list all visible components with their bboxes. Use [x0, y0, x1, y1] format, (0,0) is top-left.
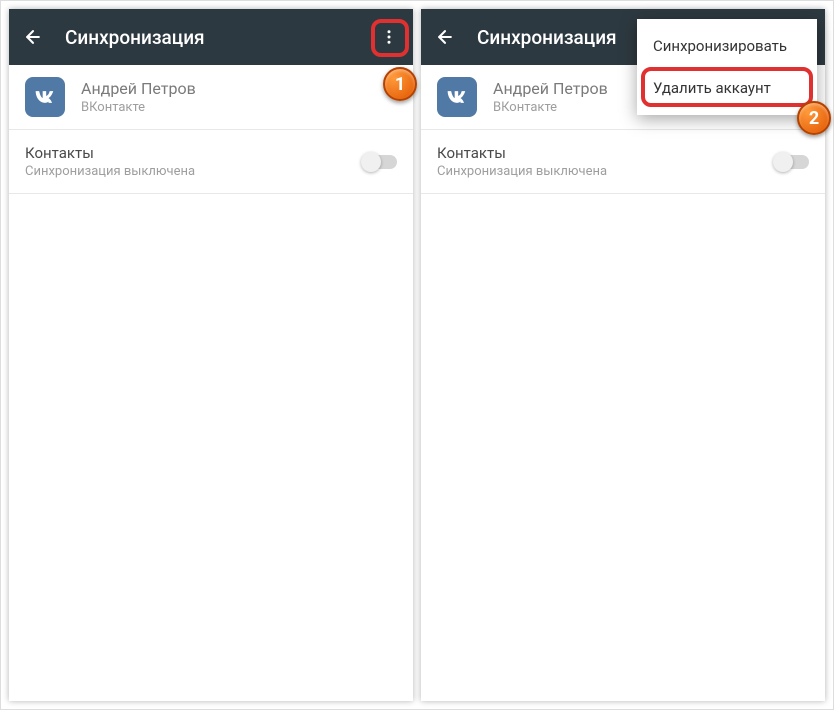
- vk-icon: [25, 77, 65, 117]
- screen-right: Синхронизация Андрей Петров ВКонтакте Ко…: [421, 9, 825, 701]
- vk-icon: [437, 77, 477, 117]
- account-text: Андрей Петров ВКонтакте: [81, 79, 196, 115]
- content-area: [9, 194, 413, 701]
- account-name: Андрей Петров: [493, 79, 608, 98]
- content-area: [421, 194, 825, 701]
- annotation-marker-2: 2: [797, 101, 831, 135]
- overflow-dropdown: Синхронизировать Удалить аккаунт: [637, 19, 817, 115]
- back-arrow-icon[interactable]: [21, 25, 45, 49]
- setting-text: Контакты Синхронизация выключена: [437, 144, 775, 179]
- setting-text: Контакты Синхронизация выключена: [25, 144, 363, 179]
- overflow-menu-icon[interactable]: [377, 25, 401, 49]
- account-text: Андрей Петров ВКонтакте: [493, 79, 608, 115]
- account-row[interactable]: Андрей Петров ВКонтакте: [9, 65, 413, 130]
- setting-title: Контакты: [437, 144, 775, 162]
- setting-contacts[interactable]: Контакты Синхронизация выключена: [9, 130, 413, 194]
- menu-delete-account[interactable]: Удалить аккаунт: [637, 67, 817, 109]
- account-name: Андрей Петров: [81, 79, 196, 98]
- app-bar: Синхронизация: [9, 9, 413, 65]
- menu-sync-now[interactable]: Синхронизировать: [637, 25, 817, 67]
- setting-title: Контакты: [25, 144, 363, 162]
- setting-sub: Синхронизация выключена: [437, 164, 775, 179]
- screen-left: Синхронизация Андрей Петров ВКонтакте Ко…: [9, 9, 413, 701]
- page-title: Синхронизация: [65, 26, 377, 49]
- account-service: ВКонтакте: [81, 100, 196, 115]
- annotation-marker-1: 1: [383, 67, 417, 101]
- sync-toggle[interactable]: [363, 155, 397, 169]
- setting-sub: Синхронизация выключена: [25, 164, 363, 179]
- setting-contacts[interactable]: Контакты Синхронизация выключена: [421, 130, 825, 194]
- sync-toggle[interactable]: [775, 155, 809, 169]
- back-arrow-icon[interactable]: [433, 25, 457, 49]
- account-service: ВКонтакте: [493, 100, 608, 115]
